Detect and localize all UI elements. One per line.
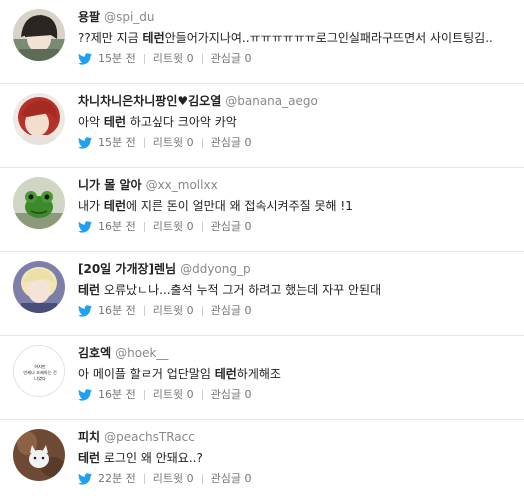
- user-name[interactable]: 차니차니은차니팡인♥김오열: [78, 94, 221, 108]
- tweet-time[interactable]: 15분 전: [98, 136, 136, 150]
- tweet-time[interactable]: 15분 전: [98, 52, 136, 66]
- tweet-item[interactable]: [20일 가개장]렌님 @ddyong_p 테런 오류났ㄴ나...출석 누적 그거…: [0, 252, 524, 336]
- tweet-meta: 22분 전 리트윗 0 관심글 0: [78, 472, 520, 486]
- tweet-meta: 15분 전 리트윗 0 관심글 0: [78, 52, 520, 66]
- tweet-text: 테런 로그인 왜 안돼요..?: [78, 451, 203, 465]
- divider: [201, 138, 203, 148]
- tweet-item[interactable]: 피치 @peachsTRacc 테런 로그인 왜 안돼요..? 22분 전 리트윗…: [0, 420, 524, 504]
- user-name[interactable]: 김호엑: [78, 346, 111, 360]
- avatar[interactable]: [13, 177, 65, 229]
- tweet-meta: 16분 전 리트윗 0 관심글 0: [78, 388, 520, 402]
- user-handle[interactable]: @peachsTRacc: [104, 430, 195, 444]
- user-handle[interactable]: @spi_du: [104, 10, 154, 24]
- cat-avatar-icon: [13, 429, 65, 481]
- divider: [143, 474, 145, 484]
- tweet-time[interactable]: 16분 전: [98, 388, 136, 402]
- text-avatar-icon: 하지만 언제나 조제하는 건 나였다: [14, 346, 64, 396]
- tweet-item[interactable]: 하지만 언제나 조제하는 건 나였다 김호엑 @hoek__ 아 메이플 할ㄹ거 업단…: [0, 336, 524, 420]
- favorite-count[interactable]: 관심글 0: [211, 304, 252, 318]
- avatar[interactable]: [13, 9, 65, 61]
- divider: [143, 390, 145, 400]
- tweet-time[interactable]: 16분 전: [98, 220, 136, 234]
- tweet-time[interactable]: 16분 전: [98, 304, 136, 318]
- retweet-count[interactable]: 리트윗 0: [153, 220, 194, 234]
- divider: [143, 306, 145, 316]
- keyword-highlight: 테런: [142, 31, 165, 45]
- retweet-count[interactable]: 리트윗 0: [153, 472, 194, 486]
- blonde-avatar-icon: [13, 261, 65, 313]
- user-name[interactable]: 피치: [78, 430, 100, 444]
- avatar[interactable]: 하지만 언제나 조제하는 건 나였다: [13, 345, 65, 397]
- keyword-highlight: 테런: [214, 367, 237, 381]
- user-handle[interactable]: @banana_aego: [225, 94, 318, 108]
- divider: [201, 54, 203, 64]
- retweet-count[interactable]: 리트윗 0: [153, 52, 194, 66]
- twitter-bird-icon: [78, 221, 92, 233]
- keyword-highlight: 테런: [78, 283, 101, 297]
- anime-boy-avatar-icon: [13, 9, 65, 61]
- tweet-meta: 16분 전 리트윗 0 관심글 0: [78, 220, 520, 234]
- twitter-bird-icon: [78, 305, 92, 317]
- twitter-bird-icon: [78, 389, 92, 401]
- tweet-text: 아 메이플 할ㄹ거 업단말임 테런하게해조: [78, 367, 281, 381]
- avatar[interactable]: [13, 429, 65, 481]
- tweet-meta: 16분 전 리트윗 0 관심글 0: [78, 304, 520, 318]
- tweet-text: ??제만 지금 테런안들어가지나여..ㅠㅠㅠㅠㅠㅠ로그인실패라구뜨면서 사이트팅…: [78, 31, 493, 45]
- user-handle[interactable]: @hoek__: [115, 346, 168, 360]
- favorite-count[interactable]: 관심글 0: [211, 388, 252, 402]
- favorite-count[interactable]: 관심글 0: [211, 220, 252, 234]
- divider: [143, 138, 145, 148]
- user-name[interactable]: 니가 몰 알아: [78, 178, 142, 192]
- retweet-count[interactable]: 리트윗 0: [153, 304, 194, 318]
- divider: [201, 222, 203, 232]
- tweet-feed: 용팔 @spi_du ??제만 지금 테런안들어가지나여..ㅠㅠㅠㅠㅠㅠ로그인실패…: [0, 0, 524, 504]
- retweet-count[interactable]: 리트윗 0: [153, 136, 194, 150]
- favorite-count[interactable]: 관심글 0: [211, 472, 252, 486]
- avatar[interactable]: [13, 261, 65, 313]
- divider: [143, 222, 145, 232]
- retweet-count[interactable]: 리트윗 0: [153, 388, 194, 402]
- tweet-text: 내가 테런에 지른 돈이 얼만대 왜 접속시켜주질 못해 !1: [78, 199, 353, 213]
- user-handle[interactable]: @xx_mollxx: [146, 178, 218, 192]
- tweet-text: 테런 오류났ㄴ나...출석 누적 그거 하려고 했는데 자꾸 안된대: [78, 283, 382, 297]
- user-handle[interactable]: @ddyong_p: [180, 262, 251, 276]
- user-name[interactable]: [20일 가개장]렌님: [78, 262, 176, 276]
- keyword-highlight: 테런: [103, 115, 126, 129]
- favorite-count[interactable]: 관심글 0: [211, 52, 252, 66]
- avatar[interactable]: [13, 93, 65, 145]
- tweet-item[interactable]: 차니차니은차니팡인♥김오열 @banana_aego 아악 테런 하고싶다 크아악…: [0, 84, 524, 168]
- tweet-time[interactable]: 22분 전: [98, 472, 136, 486]
- frog-avatar-icon: [13, 177, 65, 229]
- tweet-text: 아악 테런 하고싶다 크아악 카악: [78, 115, 237, 129]
- twitter-bird-icon: [78, 53, 92, 65]
- tweet-meta: 15분 전 리트윗 0 관심글 0: [78, 136, 520, 150]
- tweet-item[interactable]: 용팔 @spi_du ??제만 지금 테런안들어가지나여..ㅠㅠㅠㅠㅠㅠ로그인실패…: [0, 0, 524, 84]
- divider: [201, 474, 203, 484]
- divider: [201, 306, 203, 316]
- keyword-highlight: 테런: [78, 451, 101, 465]
- divider: [143, 54, 145, 64]
- user-name[interactable]: 용팔: [78, 10, 100, 24]
- red-hair-avatar-icon: [13, 93, 65, 145]
- tweet-item[interactable]: 니가 몰 알아 @xx_mollxx 내가 테런에 지른 돈이 얼만대 왜 접속시…: [0, 168, 524, 252]
- twitter-bird-icon: [78, 137, 92, 149]
- keyword-highlight: 테런: [103, 199, 126, 213]
- divider: [201, 390, 203, 400]
- twitter-bird-icon: [78, 473, 92, 485]
- favorite-count[interactable]: 관심글 0: [211, 136, 252, 150]
